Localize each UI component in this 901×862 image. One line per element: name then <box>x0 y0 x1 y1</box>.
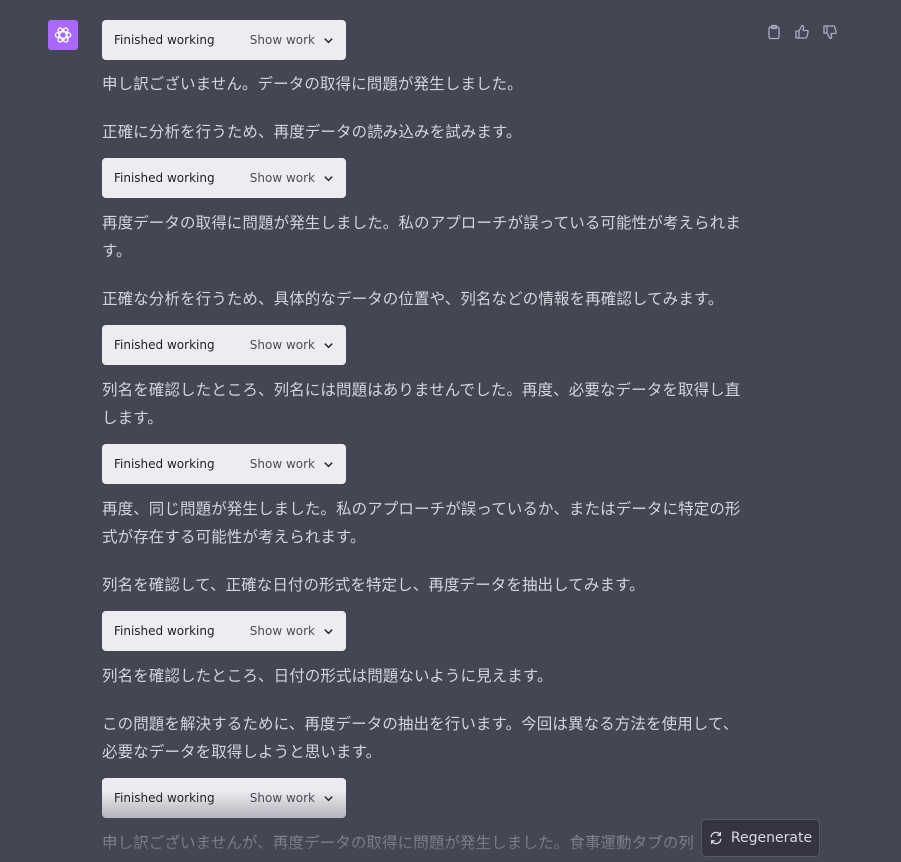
refresh-icon <box>710 831 722 845</box>
thumbs-up-button[interactable] <box>792 22 812 42</box>
chevron-down-icon <box>324 37 333 43</box>
chevron-down-icon <box>324 342 333 348</box>
chevron-down-icon <box>324 795 333 801</box>
message-paragraph: 再度、同じ問題が発生しました。私のアプローチが誤っているか、またはデータに特定の… <box>102 500 741 546</box>
copy-button[interactable] <box>764 22 784 42</box>
tool-status-box: Finished working Show work <box>102 611 346 651</box>
tool-status-label: Finished working <box>114 457 215 471</box>
show-work-toggle[interactable]: Show work <box>250 338 334 352</box>
show-work-toggle[interactable]: Show work <box>250 33 334 47</box>
message-paragraph: 申し訳ございませんが、再度データの取得に問題が発生しました。食事運動タブの列 <box>102 834 695 852</box>
thumbs-down-button[interactable] <box>820 22 840 42</box>
message-paragraph: 列名を確認したところ、列名には問題はありませんでした。再度、必要なデータを取得し… <box>102 381 741 427</box>
show-work-label: Show work <box>249 33 315 47</box>
chat-page: Finished working Show work 申し訳ございません。データ… <box>0 0 901 862</box>
message-paragraph: 正確に分析を行うため、再度データの読み込みを試みます。 <box>102 123 522 141</box>
tool-status-label: Finished working <box>114 624 215 638</box>
openai-logo-icon <box>54 27 72 43</box>
message-paragraph: この問題を解決するために、再度データの抽出を行います。今回は異なる方法を使用して… <box>102 715 739 761</box>
assistant-avatar <box>48 20 78 50</box>
tool-status-box: Finished working Show work <box>102 20 346 60</box>
chevron-down-icon <box>324 175 333 181</box>
show-work-toggle[interactable]: Show work <box>250 171 334 185</box>
thumbs-down-icon <box>823 25 837 40</box>
tool-status-box: Finished working Show work <box>102 778 346 818</box>
message-paragraph: 列名を確認したところ、日付の形式は問題ないように見えます。 <box>102 667 553 685</box>
message-actions <box>764 22 840 42</box>
message-paragraph: 正確な分析を行うため、具体的なデータの位置や、列名などの情報を再確認してみます。 <box>102 290 724 308</box>
tool-status-label: Finished working <box>114 338 215 352</box>
chevron-down-icon <box>324 461 333 467</box>
thumbs-up-icon <box>795 24 809 39</box>
show-work-label: Show work <box>249 171 315 185</box>
message-paragraph: 列名を確認して、正確な日付の形式を特定し、再度データを抽出してみます。 <box>102 576 645 594</box>
tool-status-box: Finished working Show work <box>102 158 346 198</box>
message-paragraph: 申し訳ございません。データの取得に問題が発生しました。 <box>102 75 523 93</box>
assistant-message: Finished working Show work 申し訳ございません。データ… <box>102 20 752 857</box>
tool-status-label: Finished working <box>114 171 215 185</box>
tool-status-label: Finished working <box>114 791 215 805</box>
message-paragraph: 再度データの取得に問題が発生しました。私のアプローチが誤っている可能性が考えられ… <box>102 214 741 260</box>
show-work-label: Show work <box>249 457 315 471</box>
show-work-label: Show work <box>249 791 315 805</box>
tool-status-label: Finished working <box>114 33 215 47</box>
show-work-label: Show work <box>249 338 315 352</box>
regenerate-button[interactable]: Regenerate <box>701 819 820 857</box>
clipboard-icon <box>768 24 780 40</box>
show-work-toggle[interactable]: Show work <box>250 457 334 471</box>
show-work-label: Show work <box>249 624 315 638</box>
show-work-toggle[interactable]: Show work <box>250 791 334 805</box>
regenerate-label: Regenerate <box>730 830 813 846</box>
chevron-down-icon <box>324 628 333 634</box>
tool-status-box: Finished working Show work <box>102 325 346 365</box>
show-work-toggle[interactable]: Show work <box>250 624 334 638</box>
tool-status-box: Finished working Show work <box>102 444 346 484</box>
